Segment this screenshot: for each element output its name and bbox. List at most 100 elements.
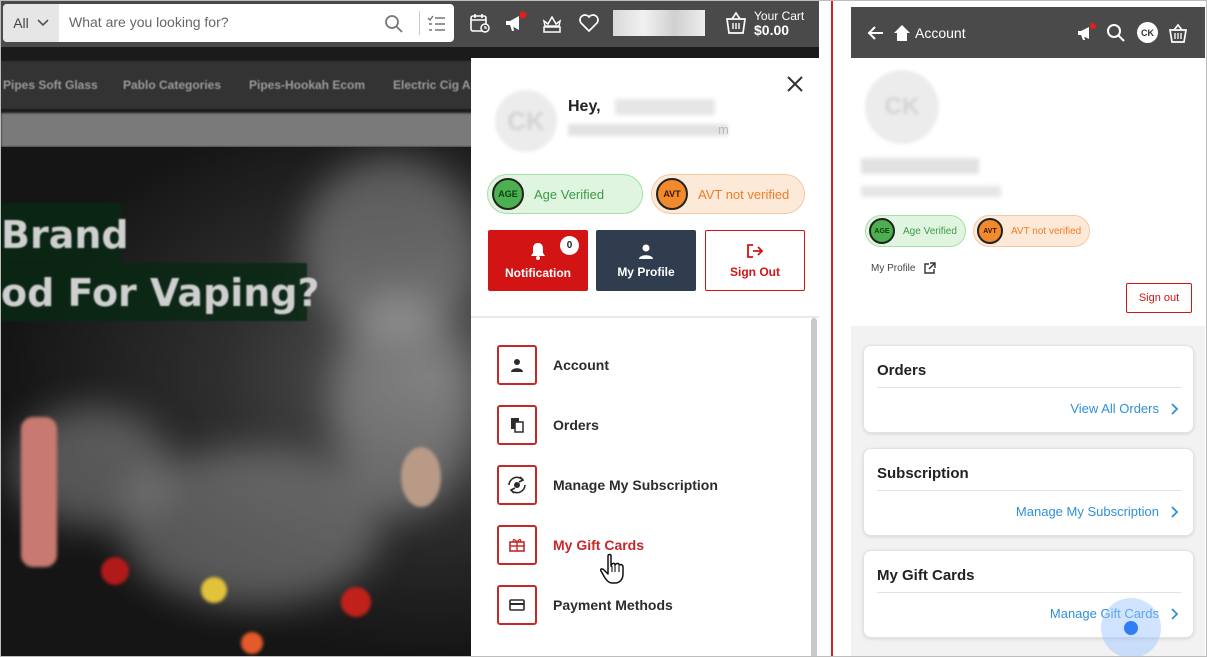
touch-indicator-dot bbox=[1122, 619, 1140, 637]
hero-headline-line2: od For Vaping? bbox=[1, 263, 320, 321]
mobile-header: Account CK bbox=[851, 7, 1205, 58]
search-input[interactable]: What are you looking for? bbox=[69, 14, 229, 30]
sign-out-icon bbox=[747, 243, 764, 258]
gift-card-icon bbox=[497, 525, 537, 565]
calendar-clock-icon[interactable] bbox=[468, 11, 492, 35]
category-item[interactable]: Pipes-Hookah Ecom bbox=[249, 78, 365, 92]
manage-subscription-link[interactable]: Manage My Subscription bbox=[1016, 504, 1179, 519]
desktop-top-bar: All What are you looking for? Your Cart … bbox=[1, 1, 819, 47]
fruit-image bbox=[201, 577, 227, 603]
fruit-image bbox=[101, 557, 129, 585]
avt-status-label: AVT not verified bbox=[698, 186, 790, 202]
menu-item-label: My Gift Cards bbox=[553, 537, 645, 553]
sign-out-button[interactable]: Sign out bbox=[1126, 283, 1192, 313]
card-title: Subscription bbox=[877, 465, 969, 482]
card-divider bbox=[877, 490, 1181, 491]
user-name-redacted[interactable] bbox=[613, 10, 705, 36]
menu-item-account[interactable]: Account bbox=[497, 345, 797, 385]
category-item[interactable]: Pipes Soft Glass bbox=[3, 78, 98, 92]
avt-seal-icon: AVT bbox=[977, 218, 1003, 244]
view-all-orders-link[interactable]: View All Orders bbox=[1070, 401, 1179, 416]
back-arrow-icon[interactable] bbox=[865, 22, 887, 44]
chevron-right-icon bbox=[1171, 505, 1179, 518]
search-divider bbox=[419, 11, 420, 35]
cart-summary[interactable]: Your Cart $0.00 bbox=[754, 9, 804, 37]
link-label: View All Orders bbox=[1070, 401, 1159, 416]
my-profile-button[interactable]: My Profile bbox=[596, 230, 696, 291]
cart-label: Your Cart bbox=[754, 9, 805, 23]
card-title: My Gift Cards bbox=[877, 567, 975, 584]
cart-total: $0.00 bbox=[754, 22, 790, 38]
avt-seal-icon: AVT bbox=[656, 178, 688, 210]
avt-not-verified-badge[interactable]: AVT AVT not verified bbox=[651, 174, 805, 214]
age-verified-badge: AGE Age Verified bbox=[487, 174, 643, 214]
drawer-scrollbar[interactable] bbox=[811, 318, 817, 656]
notification-button[interactable]: Notification 0 bbox=[488, 230, 588, 291]
hand-image bbox=[401, 447, 441, 507]
menu-item-payment-methods[interactable]: Payment Methods bbox=[497, 585, 797, 625]
user-name-redacted bbox=[615, 99, 715, 115]
avt-not-verified-badge[interactable]: AVT AVT not verified bbox=[973, 215, 1090, 247]
user-email-redacted bbox=[568, 124, 728, 136]
user-icon bbox=[497, 345, 537, 385]
chevron-right-icon bbox=[1171, 607, 1179, 620]
menu-item-label: Manage My Subscription bbox=[553, 477, 718, 493]
chevron-down-icon bbox=[37, 19, 49, 27]
megaphone-icon[interactable] bbox=[1075, 22, 1097, 44]
search-icon[interactable] bbox=[383, 13, 405, 35]
search-icon[interactable] bbox=[1105, 22, 1127, 44]
menu-item-my-gift-cards[interactable]: My Gift Cards bbox=[497, 525, 797, 565]
hero-headline-line1: Brand bbox=[1, 203, 129, 263]
user-email-redacted bbox=[861, 186, 1001, 197]
card-divider bbox=[877, 387, 1181, 388]
user-email-tail: m bbox=[718, 122, 729, 137]
account-drawer: CK Hey, m AGE Age Verified AVT AVT not v… bbox=[471, 58, 819, 656]
my-profile-label: My Profile bbox=[617, 264, 675, 279]
link-label: Manage My Subscription bbox=[1015, 504, 1159, 519]
my-profile-link[interactable]: My Profile bbox=[871, 262, 937, 275]
menu-item-label: Payment Methods bbox=[553, 597, 673, 613]
category-item[interactable]: Pablo Categories bbox=[123, 78, 221, 92]
heart-icon[interactable] bbox=[577, 11, 601, 35]
avatar: CK bbox=[495, 90, 557, 152]
age-verified-label: Age Verified bbox=[903, 225, 957, 237]
greeting-text: Hey, bbox=[568, 98, 601, 115]
header-avatar[interactable]: CK bbox=[1137, 22, 1158, 43]
notification-label: Notification bbox=[505, 265, 571, 280]
cart-basket-icon[interactable] bbox=[1167, 22, 1189, 44]
mobile-profile-section: CK AGE Age Verified AVT AVT not verified… bbox=[851, 58, 1205, 326]
orders-icon bbox=[497, 405, 537, 445]
card-divider bbox=[877, 592, 1181, 593]
notification-count-badge: 0 bbox=[560, 236, 579, 255]
desktop-view: All What are you looking for? Your Cart … bbox=[1, 1, 819, 656]
user-name-redacted bbox=[861, 158, 979, 174]
sign-out-label: Sign Out bbox=[730, 264, 780, 279]
subscription-card: Subscription Manage My Subscription bbox=[863, 448, 1194, 536]
menu-item-label: Orders bbox=[553, 417, 599, 433]
credit-card-icon bbox=[497, 585, 537, 625]
fruit-image bbox=[241, 632, 263, 654]
close-icon[interactable] bbox=[785, 74, 805, 94]
comparison-divider bbox=[831, 1, 833, 656]
vape-device-image bbox=[21, 417, 57, 567]
menu-divider bbox=[471, 316, 819, 318]
megaphone-icon[interactable] bbox=[503, 11, 527, 35]
crown-box-icon[interactable] bbox=[540, 11, 564, 35]
avt-status-label: AVT not verified bbox=[1011, 225, 1082, 237]
search-category-label: All bbox=[13, 15, 29, 31]
checklist-icon[interactable] bbox=[425, 13, 447, 35]
user-icon bbox=[639, 244, 653, 259]
search-bar: All What are you looking for? bbox=[3, 4, 454, 42]
menu-item-label: Account bbox=[553, 357, 609, 373]
category-item[interactable]: Electric Cig A bbox=[393, 78, 471, 92]
mobile-view: Account CK CK AGE Age Verified AVT AVT n… bbox=[851, 7, 1205, 656]
sign-out-button[interactable]: Sign Out bbox=[705, 230, 805, 291]
search-category-select[interactable]: All bbox=[3, 4, 59, 42]
external-link-icon bbox=[924, 262, 937, 274]
home-icon[interactable] bbox=[891, 22, 913, 44]
cart-basket-icon[interactable] bbox=[724, 10, 748, 36]
avatar: CK bbox=[865, 70, 939, 144]
screenshot-root: All What are you looking for? Your Cart … bbox=[0, 0, 1207, 657]
menu-item-manage-subscription[interactable]: Manage My Subscription bbox=[497, 465, 797, 505]
menu-item-orders[interactable]: Orders bbox=[497, 405, 797, 445]
